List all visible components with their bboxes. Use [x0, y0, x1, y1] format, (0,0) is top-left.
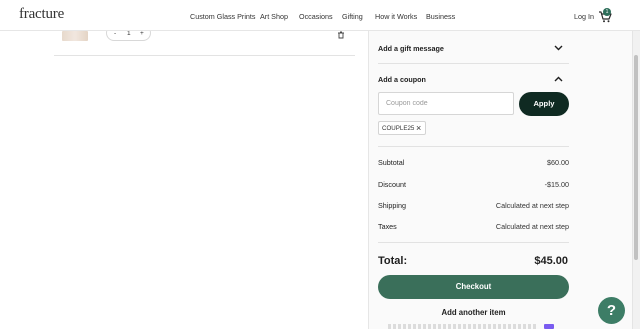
section-divider [378, 63, 569, 64]
help-button[interactable]: ? [598, 297, 625, 324]
product-thumbnail[interactable] [62, 31, 88, 41]
chevron-down-icon[interactable] [554, 45, 563, 51]
nav-how-it-works[interactable]: How it Works [375, 12, 417, 21]
item-divider [54, 55, 355, 56]
scrollbar-thumb[interactable] [634, 55, 638, 260]
taxes-label: Taxes [378, 222, 397, 231]
nav-occasions[interactable]: Occasions [299, 12, 333, 21]
total-label: Total: [378, 255, 408, 267]
subtotal-value: $60.00 [547, 158, 569, 167]
site-header: fracture Custom Glass Prints Art Shop Oc… [0, 0, 640, 31]
remove-coupon-icon[interactable]: × [416, 123, 421, 133]
quantity-decrease-button[interactable]: - [114, 30, 116, 37]
discount-value: -$15.00 [544, 180, 569, 189]
total-value: $45.00 [534, 255, 568, 267]
taxes-value: Calculated at next step [495, 222, 569, 231]
payment-info-text [388, 324, 538, 329]
nav-business[interactable]: Business [426, 12, 455, 21]
trash-icon[interactable] [337, 31, 345, 39]
gift-message-toggle[interactable]: Add a gift message [378, 44, 444, 53]
login-link[interactable]: Log In [574, 12, 594, 21]
add-another-item-link[interactable]: Add another item [378, 308, 569, 317]
quantity-value[interactable]: 1 [127, 30, 131, 37]
applied-coupon-tag: COUPLE25 × [378, 121, 426, 135]
nav-art-shop[interactable]: Art Shop [260, 12, 288, 21]
payment-badge [544, 324, 554, 329]
checkout-button[interactable]: Checkout [378, 275, 569, 299]
applied-coupon-code: COUPLE25 [382, 125, 415, 132]
cart-count-badge: 1 [603, 8, 611, 16]
fracture-logo[interactable]: fracture [19, 6, 64, 23]
subtotal-label: Subtotal [378, 158, 405, 167]
shipping-value: Calculated at next step [495, 201, 569, 210]
section-divider [378, 242, 569, 243]
coupon-toggle[interactable]: Add a coupon [378, 75, 426, 84]
section-divider [378, 146, 569, 147]
apply-coupon-button[interactable]: Apply [519, 92, 569, 116]
chevron-up-icon[interactable] [554, 76, 563, 82]
cart-items-panel: - 1 + [0, 25, 368, 329]
discount-label: Discount [378, 180, 406, 189]
quantity-increase-button[interactable]: + [140, 30, 144, 37]
nav-gifting[interactable]: Gifting [342, 12, 363, 21]
nav-custom-glass-prints[interactable]: Custom Glass Prints [190, 12, 256, 21]
shipping-label: Shipping [378, 201, 406, 210]
coupon-code-input[interactable] [378, 92, 514, 115]
